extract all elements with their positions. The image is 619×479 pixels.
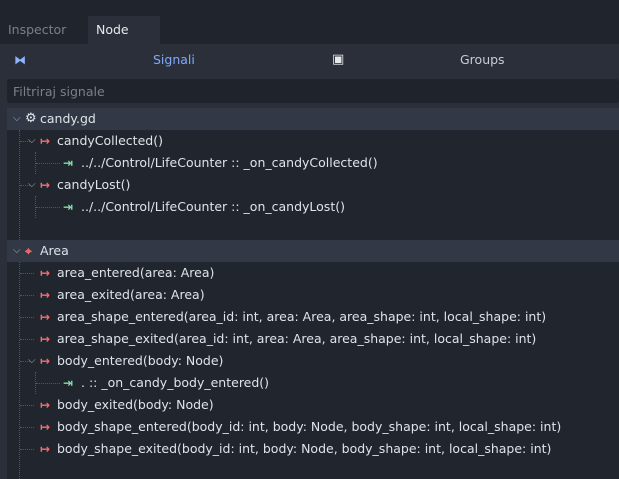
chevron-down-icon[interactable]: ⌵ bbox=[28, 174, 36, 196]
signal-label: candyCollected() bbox=[57, 133, 163, 148]
class-name: Area bbox=[40, 243, 69, 258]
script-name: candy.gd bbox=[40, 111, 96, 126]
dock-tab-bar: Inspector Node bbox=[0, 0, 619, 44]
class-header[interactable]: ⌵ ⌖ Area bbox=[7, 240, 619, 262]
signal-icon: ↦ bbox=[40, 420, 51, 434]
connection-item[interactable]: ⇥ . :: _on_candy_body_entered() bbox=[7, 372, 619, 394]
signal-item[interactable]: ↦ body_shape_entered(body_id: int, body:… bbox=[7, 416, 619, 438]
signal-icon: ↦ bbox=[40, 332, 51, 346]
signal-label: body_shape_exited(body_id: int, body: No… bbox=[57, 441, 552, 456]
signal-label: area_exited(area: Area) bbox=[57, 287, 205, 302]
chevron-down-icon[interactable]: ⌵ bbox=[28, 130, 36, 152]
chevron-down-icon[interactable]: ⌵ bbox=[13, 108, 21, 130]
connection-icon: ⇥ bbox=[63, 200, 74, 214]
signal-label: body_shape_entered(body_id: int, body: N… bbox=[57, 419, 562, 434]
signal-tree: ⌵ ⚙ candy.gd ⌵ ↦ candyCollected() ⇥ ../.… bbox=[7, 108, 619, 479]
node-dock-toolbar: ⧓ Signali ▣ Groups bbox=[0, 44, 619, 76]
signal-icon: ↦ bbox=[40, 310, 51, 324]
signal-filter bbox=[7, 79, 619, 103]
signal-label: area_shape_entered(area_id: int, area: A… bbox=[57, 309, 547, 324]
signal-label: area_shape_exited(area_id: int, area: Ar… bbox=[57, 331, 537, 346]
signal-item[interactable]: ↦ body_shape_exited(body_id: int, body: … bbox=[7, 438, 619, 460]
connection-icon: ⇥ bbox=[63, 156, 74, 170]
filter-signals-input[interactable] bbox=[7, 79, 619, 103]
signals-tab[interactable]: Signali bbox=[153, 44, 195, 76]
connection-label: ../../Control/LifeCounter :: _on_candyCo… bbox=[81, 155, 378, 170]
signal-item[interactable]: ⌵ ↦ body_entered(body: Node) bbox=[7, 350, 619, 372]
signal-item[interactable]: ↦ body_exited(body: Node) bbox=[7, 394, 619, 416]
signal-label: candyLost() bbox=[57, 177, 131, 192]
area-icon: ⌖ bbox=[25, 244, 32, 258]
connection-item[interactable]: ⇥ ../../Control/LifeCounter :: _on_candy… bbox=[7, 152, 619, 174]
tab-inspector[interactable]: Inspector bbox=[0, 16, 88, 44]
signal-icon: ↦ bbox=[40, 398, 51, 412]
connection-label: ../../Control/LifeCounter :: _on_candyLo… bbox=[81, 199, 345, 214]
signal-item[interactable]: ⌵ ↦ candyCollected() bbox=[7, 130, 619, 152]
signal-icon: ↦ bbox=[40, 134, 51, 148]
connection-item[interactable]: ⇥ ../../Control/LifeCounter :: _on_candy… bbox=[7, 196, 619, 218]
signal-icon: ↦ bbox=[40, 288, 51, 302]
signal-item[interactable]: ↦ area_shape_entered(area_id: int, area:… bbox=[7, 306, 619, 328]
signal-label: body_exited(body: Node) bbox=[57, 397, 214, 412]
signal-icon: ↦ bbox=[40, 178, 51, 192]
script-header[interactable]: ⌵ ⚙ candy.gd bbox=[7, 108, 619, 130]
signal-icon: ↦ bbox=[40, 442, 51, 456]
signal-icon[interactable]: ⧓ bbox=[14, 44, 26, 76]
signal-item[interactable]: ⌵ ↦ candyLost() bbox=[7, 174, 619, 196]
groups-tab[interactable]: Groups bbox=[460, 44, 505, 76]
tab-node[interactable]: Node bbox=[88, 16, 160, 44]
groups-icon[interactable]: ▣ bbox=[332, 44, 344, 76]
signal-label: area_entered(area: Area) bbox=[57, 265, 215, 280]
chevron-down-icon[interactable]: ⌵ bbox=[28, 350, 36, 372]
connection-icon: ⇥ bbox=[63, 376, 74, 390]
signal-label: body_entered(body: Node) bbox=[57, 353, 224, 368]
signal-icon: ↦ bbox=[40, 354, 51, 368]
signal-item[interactable]: ↦ area_exited(area: Area) bbox=[7, 284, 619, 306]
signal-item[interactable]: ↦ area_shape_exited(area_id: int, area: … bbox=[7, 328, 619, 350]
chevron-down-icon[interactable]: ⌵ bbox=[13, 240, 21, 262]
gear-icon: ⚙ bbox=[25, 111, 37, 126]
signal-icon: ↦ bbox=[40, 266, 51, 280]
signal-item[interactable]: ↦ area_entered(area: Area) bbox=[7, 262, 619, 284]
connection-label: . :: _on_candy_body_entered() bbox=[81, 375, 270, 390]
